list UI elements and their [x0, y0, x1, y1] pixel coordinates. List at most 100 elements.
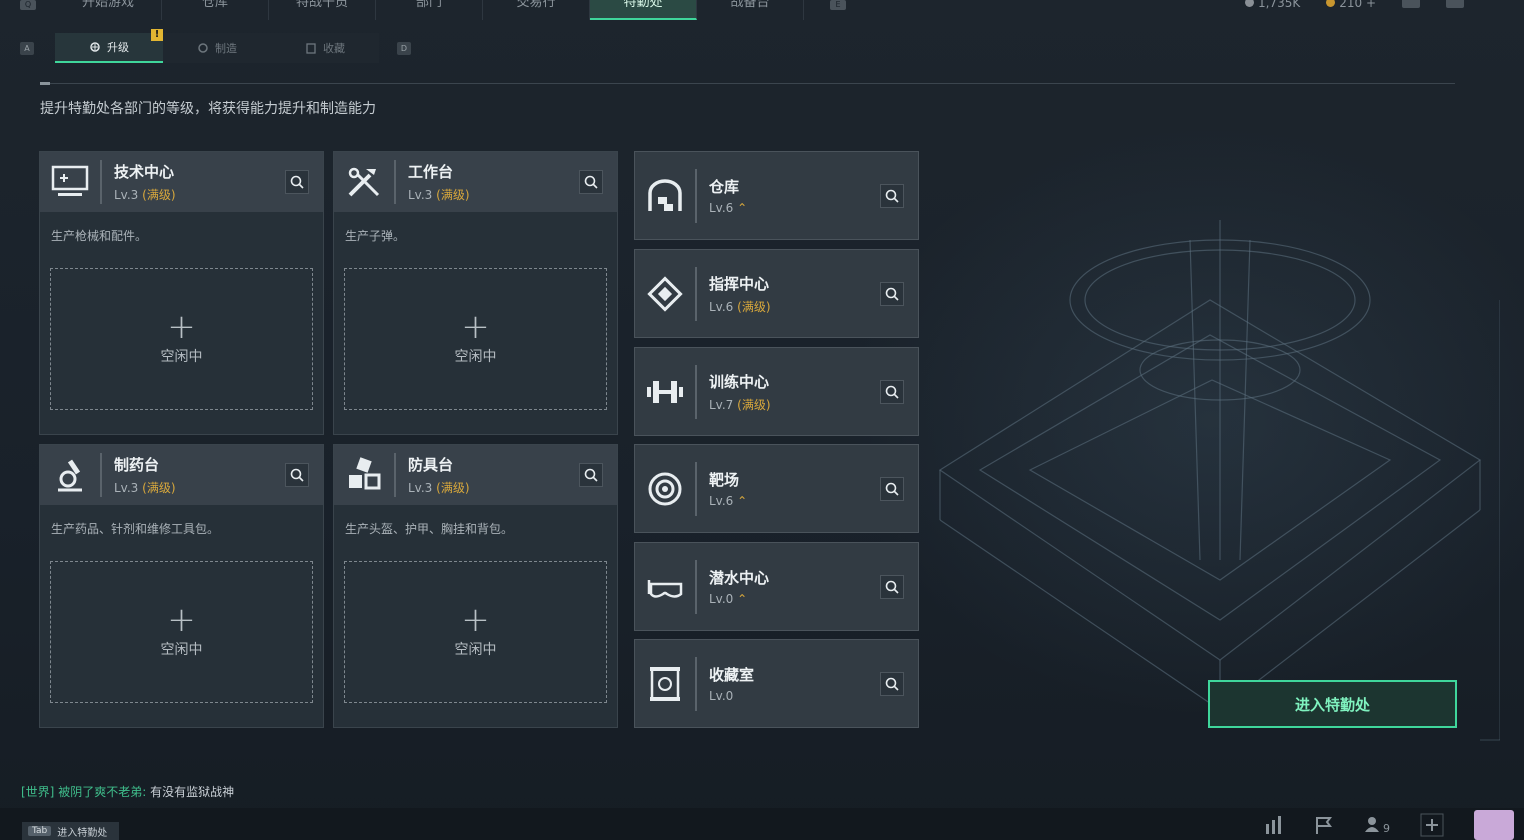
max-level-badge: (满级)	[142, 188, 176, 202]
subtab-upgrade-label: 升级	[107, 41, 129, 54]
tab-hint[interactable]: Tab 进入特勤处	[22, 822, 119, 840]
dept-title: 防具台	[408, 456, 454, 474]
silver-currency: 1,735K	[1244, 0, 1300, 10]
dept-description: 生产头盔、护甲、胸挂和背包。	[345, 522, 514, 536]
search-icon	[885, 677, 899, 691]
dept-level: Lv.6	[709, 201, 734, 215]
dept-card-warehouse[interactable]: 仓库 Lv.6 ⌃	[634, 151, 919, 240]
dumbbell-icon	[635, 364, 697, 419]
tab-start-game[interactable]: 开始游戏	[55, 0, 162, 20]
dept-card-collection-room[interactable]: 收藏室 Lv.0	[634, 639, 919, 728]
dept-card-diving-center[interactable]: 潜水中心 Lv.0 ⌃	[634, 542, 919, 631]
slot-status: 空闲中	[454, 349, 497, 365]
search-button[interactable]	[880, 184, 904, 208]
search-icon	[885, 385, 899, 399]
tab-prep-station[interactable]: 战备台	[697, 0, 804, 20]
tab-special-service[interactable]: 特勤处	[590, 0, 697, 20]
stats-icon[interactable]	[1264, 816, 1284, 834]
search-button[interactable]	[579, 463, 603, 487]
friends-count: 9	[1383, 821, 1390, 835]
subtab-collection[interactable]: 收藏	[271, 33, 379, 63]
divider-mark	[40, 82, 50, 85]
dept-level: Lv.3	[114, 481, 139, 495]
search-button[interactable]	[285, 170, 309, 194]
craft-slot[interactable]: + 空闲中	[50, 268, 313, 410]
search-button[interactable]	[880, 672, 904, 696]
command-center-icon	[635, 266, 697, 321]
dept-card-shooting-range[interactable]: 靶场 Lv.6 ⌃	[634, 444, 919, 533]
dept-card-tech-center[interactable]: 技术中心 Lv.3 (满级) 生产枪械和配件。 + 空闲中	[39, 151, 324, 435]
gear-icon	[198, 43, 208, 53]
dept-title: 潜水中心	[709, 569, 770, 587]
target-icon	[635, 461, 697, 516]
dept-level: Lv.3	[408, 188, 433, 202]
tab-hint-label: 进入特勤处	[57, 827, 108, 839]
avatar[interactable]	[1474, 810, 1514, 840]
tab-departments[interactable]: 部门	[376, 0, 483, 20]
search-button[interactable]	[880, 282, 904, 306]
cubes-icon	[334, 453, 396, 497]
top-navigation: Q 开始游戏 仓库 特战干员 部门 交易行 特勤处 战备台 E 1,735K 2…	[0, 0, 1524, 22]
sub-tabs: A 升级 ! 制造 收藏 D	[20, 29, 411, 63]
max-level-badge: (满级)	[142, 481, 176, 495]
max-level-badge: (满级)	[737, 397, 771, 412]
dept-description: 生产子弹。	[345, 229, 406, 243]
flag-icon[interactable]	[1314, 816, 1334, 834]
mail-icon[interactable]	[1402, 0, 1420, 8]
upgrade-available-icon: ⌃	[737, 494, 748, 508]
upgrade-available-icon: ⌃	[737, 201, 748, 215]
dept-title: 靶场	[709, 471, 740, 489]
slot-status: 空闲中	[160, 642, 203, 658]
dept-card-training-center[interactable]: 训练中心 Lv.7 (满级)	[634, 347, 919, 436]
dept-title: 仓库	[709, 178, 740, 196]
plus-icon: +	[461, 307, 490, 347]
base-blueprint-image	[938, 220, 1500, 741]
craft-slot[interactable]: + 空闲中	[50, 561, 313, 703]
search-button[interactable]	[880, 575, 904, 599]
dept-level: Lv.7	[709, 397, 734, 412]
dept-title: 指挥中心	[709, 274, 770, 293]
search-button[interactable]	[880, 477, 904, 501]
tab-warehouse[interactable]: 仓库	[162, 0, 269, 20]
upgrade-available-icon: ⌃	[737, 592, 748, 606]
warehouse-icon	[635, 168, 697, 223]
search-icon	[885, 287, 899, 301]
plus-icon: +	[461, 600, 490, 640]
add-icon[interactable]	[1420, 813, 1444, 837]
key-hint-a: A	[20, 41, 34, 55]
dept-card-workbench[interactable]: 工作台 Lv.3 (满级) 生产子弹。 + 空闲中	[333, 151, 618, 435]
search-button[interactable]	[579, 170, 603, 194]
settings-icon[interactable]	[1446, 0, 1464, 8]
bottom-right-icons: 9	[1264, 810, 1524, 840]
dept-level: Lv.6	[709, 494, 734, 508]
search-icon	[584, 468, 598, 482]
search-button[interactable]	[285, 463, 309, 487]
enter-special-service-button[interactable]: 进入特勤处	[1208, 680, 1457, 728]
tab-operators[interactable]: 特战干员	[269, 0, 376, 20]
search-icon	[885, 580, 899, 594]
slot-status: 空闲中	[454, 642, 497, 658]
craft-slot[interactable]: + 空闲中	[344, 561, 607, 703]
dept-card-armor-bench[interactable]: 防具台 Lv.3 (满级) 生产头盔、护甲、胸挂和背包。 + 空闲中	[333, 444, 618, 728]
max-level-badge: (满级)	[737, 299, 771, 314]
collection-room-icon	[635, 656, 697, 711]
dept-card-command-center[interactable]: 指挥中心 Lv.6 (满级)	[634, 249, 919, 338]
dept-level: Lv.0	[709, 689, 734, 703]
chat-sender[interactable]: 被阴了爽不老弟:	[58, 785, 146, 799]
tab-trading[interactable]: 交易行	[483, 0, 590, 20]
subtab-upgrade[interactable]: 升级 !	[55, 29, 163, 63]
search-button[interactable]	[880, 380, 904, 404]
page-description: 提升特勤处各部门的等级，将获得能力提升和制造能力	[40, 101, 376, 117]
dept-card-pharmacy[interactable]: 制药台 Lv.3 (满级) 生产药品、针剂和维修工具包。 + 空闲中	[39, 444, 324, 728]
gold-currency[interactable]: 210 +	[1326, 0, 1376, 10]
dept-title: 收藏室	[709, 666, 755, 684]
dept-level: Lv.6	[709, 299, 734, 314]
search-icon	[885, 482, 899, 496]
craft-slot[interactable]: + 空闲中	[344, 268, 607, 410]
subtab-craft[interactable]: 制造	[163, 33, 271, 63]
computer-icon	[40, 160, 102, 204]
key-hint-e: E	[830, 0, 846, 10]
friends-button[interactable]: 9	[1364, 816, 1390, 835]
upgrade-icon	[90, 42, 100, 52]
microscope-icon	[40, 453, 102, 497]
